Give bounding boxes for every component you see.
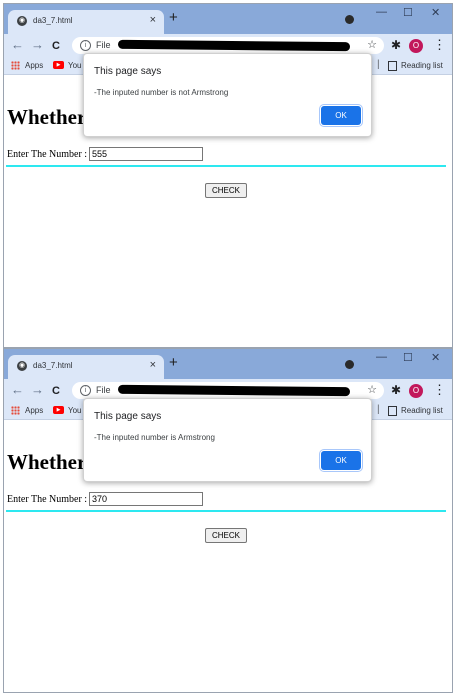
number-input[interactable]: 370 (89, 492, 203, 506)
tab-title: da3_7.html (33, 361, 73, 370)
ok-button[interactable]: OK (319, 104, 363, 127)
menu-icon[interactable]: ⋮ (433, 37, 446, 53)
alert-dialog: This page says -The inputed number is no… (83, 53, 372, 137)
check-button[interactable]: CHECK (205, 183, 247, 198)
bookmark-star-icon[interactable]: ☆ (367, 383, 377, 396)
menu-icon[interactable]: ⋮ (433, 382, 446, 398)
avatar[interactable]: O (409, 384, 423, 398)
number-label: Enter The Number : (7, 494, 88, 505)
forward-button[interactable]: → (31, 383, 44, 397)
reading-list-icon[interactable] (388, 406, 397, 416)
info-icon[interactable]: i (80, 40, 91, 51)
number-input[interactable]: 555 (89, 147, 203, 161)
back-button[interactable]: ← (11, 383, 24, 397)
browser-tab[interactable]: ◉ da3_7.html × (8, 355, 164, 379)
reload-button[interactable]: C (52, 384, 60, 398)
maximize-button[interactable]: ☐ (403, 351, 413, 364)
avatar[interactable]: O (409, 39, 423, 53)
title-bar: ◉ da3_7.html × + — ☐ ✕ (4, 4, 452, 34)
browser-window-1: ◉ da3_7.html × + — ☐ ✕ ← → C i File ☆ ✱ … (3, 3, 453, 348)
apps-icon[interactable] (11, 406, 20, 415)
dialog-title: This page says (94, 66, 162, 77)
forward-button[interactable]: → (31, 38, 44, 52)
number-label: Enter The Number : (7, 149, 88, 160)
divider-line (6, 165, 446, 167)
dialog-message: -The inputed number is Armstrong (94, 433, 215, 442)
bookmark-apps[interactable]: Apps (25, 61, 43, 70)
extensions-icon[interactable]: ✱ (391, 38, 401, 52)
minimize-button[interactable]: — (376, 351, 387, 363)
globe-icon: ◉ (17, 16, 27, 26)
bookmarks-separator: | (377, 404, 380, 415)
minimize-button[interactable]: — (376, 6, 387, 18)
ok-button[interactable]: OK (319, 449, 363, 472)
divider-line (6, 510, 446, 512)
new-tab-button[interactable]: + (169, 10, 178, 26)
title-bar: ◉ da3_7.html × + — ☐ ✕ (4, 349, 452, 379)
browser-window-2: ◉ da3_7.html × + — ☐ ✕ ← → C i File ☆ ✱ … (3, 348, 453, 693)
tab-close-icon[interactable]: × (150, 14, 156, 26)
browser-tab[interactable]: ◉ da3_7.html × (8, 10, 164, 34)
youtube-icon[interactable]: ▶ (53, 406, 64, 414)
page-heading: Whether (7, 105, 87, 129)
dialog-message: -The inputed number is not Armstrong (94, 88, 229, 97)
close-window-button[interactable]: ✕ (431, 6, 440, 19)
redaction-mark (117, 39, 351, 52)
extensions-icon[interactable]: ✱ (391, 383, 401, 397)
reading-list-icon[interactable] (388, 61, 397, 71)
bookmark-youtube[interactable]: You (68, 406, 82, 415)
bookmarks-separator: | (377, 59, 380, 70)
close-window-button[interactable]: ✕ (431, 351, 440, 364)
globe-icon: ◉ (17, 361, 27, 371)
youtube-icon[interactable]: ▶ (53, 61, 64, 69)
profile-dot-icon[interactable] (345, 15, 354, 24)
info-icon[interactable]: i (80, 385, 91, 396)
bookmark-apps[interactable]: Apps (25, 406, 43, 415)
address-scheme: File (96, 40, 111, 50)
tab-close-icon[interactable]: × (150, 359, 156, 371)
reload-button[interactable]: C (52, 39, 60, 53)
address-scheme: File (96, 385, 111, 395)
new-tab-button[interactable]: + (169, 355, 178, 371)
apps-icon[interactable] (11, 61, 20, 70)
reading-list-button[interactable]: Reading list (401, 61, 443, 70)
back-button[interactable]: ← (11, 38, 24, 52)
maximize-button[interactable]: ☐ (403, 6, 413, 19)
redaction-mark (117, 384, 351, 397)
dialog-title: This page says (94, 411, 162, 422)
page-heading: Whether (7, 450, 87, 474)
profile-dot-icon[interactable] (345, 360, 354, 369)
address-bar[interactable]: i File ☆ (72, 382, 384, 399)
address-bar[interactable]: i File ☆ (72, 37, 384, 54)
bookmark-youtube[interactable]: You (68, 61, 82, 70)
tab-title: da3_7.html (33, 16, 73, 25)
reading-list-button[interactable]: Reading list (401, 406, 443, 415)
alert-dialog: This page says -The inputed number is Ar… (83, 398, 372, 482)
bookmark-star-icon[interactable]: ☆ (367, 38, 377, 51)
check-button[interactable]: CHECK (205, 528, 247, 543)
